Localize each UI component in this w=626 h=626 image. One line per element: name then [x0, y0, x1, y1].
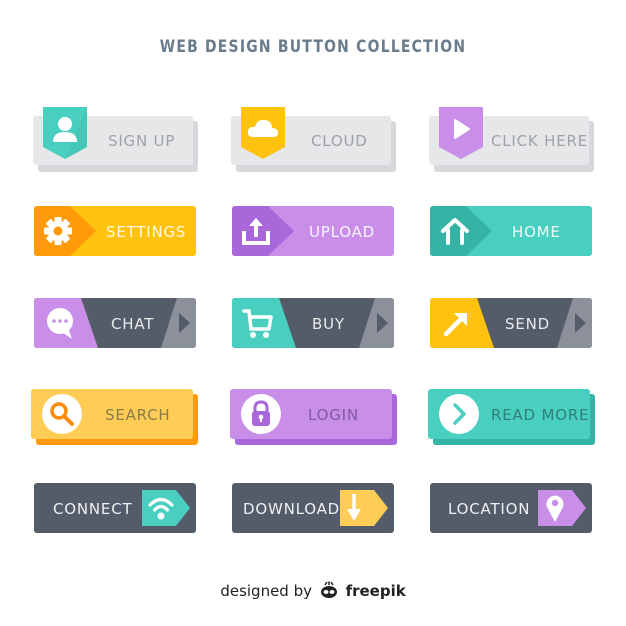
button-label: CHAT	[111, 315, 155, 333]
button-label: UPLOAD	[309, 223, 376, 241]
wifi-icon	[142, 490, 190, 526]
map-pin-icon	[538, 490, 586, 526]
click-here-button[interactable]: CLICK HERE	[429, 107, 594, 172]
lock-icon	[241, 394, 281, 434]
user-icon	[43, 107, 87, 159]
buy-button[interactable]: BUY	[232, 298, 394, 348]
freepik-logo-icon	[319, 581, 339, 599]
send-button[interactable]: SEND	[430, 298, 592, 348]
settings-button[interactable]: SETTINGS	[34, 206, 196, 256]
button-label: BUY	[312, 315, 345, 333]
download-icon	[340, 490, 388, 526]
home-button[interactable]: HOME	[430, 206, 592, 256]
footer-brand[interactable]: freepik	[346, 582, 406, 600]
button-label: DOWNLOAD	[243, 500, 340, 518]
button-label: CLOUD	[311, 132, 368, 150]
location-button[interactable]: LOCATION	[430, 483, 592, 533]
button-label: READ MORE	[491, 406, 590, 424]
chat-button[interactable]: CHAT	[34, 298, 196, 348]
play-icon	[439, 107, 483, 159]
button-label: CLICK HERE	[491, 132, 588, 150]
chevron-right-icon	[439, 394, 479, 434]
cart-icon	[241, 306, 275, 340]
page-title: WEB DESIGN BUTTON COLLECTION	[159, 37, 467, 57]
gear-icon	[42, 215, 74, 247]
button-label: SEND	[505, 315, 550, 333]
login-button[interactable]: LOGIN	[230, 389, 397, 445]
footer-prefix: designed by	[220, 582, 312, 600]
upload-button[interactable]: UPLOAD	[232, 206, 394, 256]
download-button[interactable]: DOWNLOAD	[232, 483, 394, 533]
button-label: SETTINGS	[106, 223, 187, 241]
button-label: SIGN UP	[108, 132, 176, 150]
button-label: LOCATION	[448, 500, 531, 518]
search-icon	[42, 394, 82, 434]
upload-icon	[240, 215, 272, 247]
cloud-button[interactable]: CLOUD	[231, 107, 396, 172]
play-arrow-icon[interactable]	[573, 313, 587, 333]
play-arrow-icon[interactable]	[375, 313, 389, 333]
footer-credit: designed by freepik	[0, 581, 626, 600]
connect-button[interactable]: CONNECT	[34, 483, 196, 533]
play-arrow-icon[interactable]	[177, 313, 191, 333]
read-more-button[interactable]: READ MORE	[428, 389, 595, 445]
button-label: SEARCH	[105, 406, 171, 424]
button-label: LOGIN	[308, 406, 359, 424]
button-label: HOME	[512, 223, 561, 241]
button-label: CONNECT	[53, 500, 133, 518]
home-icon	[440, 216, 470, 246]
cloud-icon	[241, 107, 285, 159]
sign-up-button[interactable]: SIGN UP	[33, 107, 198, 172]
chat-bubble-icon	[44, 306, 76, 340]
arrow-up-right-icon	[442, 308, 472, 338]
search-button[interactable]: SEARCH	[31, 389, 198, 445]
